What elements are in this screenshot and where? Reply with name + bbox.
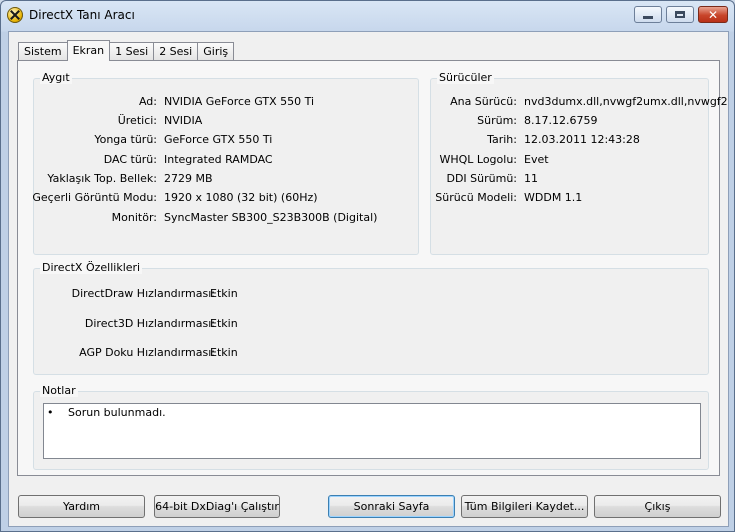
directx-features-title: DirectX Özellikleri	[40, 261, 143, 274]
window-title: DirectX Tanı Aracı	[29, 8, 135, 22]
main-driver-label: Ana Sürücü:	[450, 95, 517, 108]
total-memory-label: Yaklaşık Top. Bellek:	[47, 172, 157, 185]
client-area: Sistem Ekran 1 Sesi 2 Sesi Giriş Aygıt A…	[8, 31, 729, 527]
tab-ekran[interactable]: Ekran	[66, 40, 111, 61]
manufacturer-value: NVIDIA	[164, 114, 203, 127]
next-page-button[interactable]: Sonraki Sayfa	[328, 495, 455, 518]
run-64bit-dxdiag-button[interactable]: 64-bit DxDiag'ı Çalıştır	[154, 495, 280, 518]
tab-giris[interactable]: Giriş	[197, 42, 235, 60]
monitor-value: SyncMaster SB300_S23B300B (Digital)	[164, 211, 378, 224]
driver-model-label: Sürücü Modeli:	[435, 191, 517, 204]
tab-sistem[interactable]: Sistem	[18, 42, 68, 60]
driver-version-value: 8.17.12.6759	[524, 114, 598, 127]
minimize-button[interactable]	[634, 6, 662, 23]
exit-button[interactable]: Çıkış	[594, 495, 721, 518]
monitor-label: Monitör:	[111, 211, 157, 224]
device-group: Aygıt Ad: NVIDIA GeForce GTX 550 Ti Üret…	[32, 71, 419, 255]
note-item: Sorun bulunmadı.	[68, 406, 166, 419]
main-driver-value: nvd3dumx.dll,nvwgf2umx.dll,nvwgf2	[524, 95, 728, 108]
notes-textbox[interactable]: • Sorun bulunmadı.	[43, 403, 701, 459]
direct3d-acceleration-label: Direct3D Hızlandırması:	[84, 317, 215, 330]
ddi-version-value: 11	[524, 172, 538, 185]
dxdiag-window: DirectX Tanı Aracı ✕ Sistem Ekran 1 Sesi…	[0, 0, 735, 532]
dac-type-label: DAC türü:	[103, 153, 157, 166]
tab-1-sesi[interactable]: 1 Sesi	[109, 42, 155, 60]
driver-model-value: WDDM 1.1	[524, 191, 583, 204]
ddi-version-label: DDI Sürümü:	[446, 172, 517, 185]
manufacturer-label: Üretici:	[117, 114, 157, 127]
notes-group: Notlar • Sorun bulunmadı.	[33, 384, 709, 470]
note-bullet: •	[47, 406, 54, 419]
display-mode-value: 1920 x 1080 (32 bit) (60Hz)	[164, 191, 318, 204]
notes-group-title: Notlar	[40, 384, 78, 397]
minimize-icon	[643, 16, 653, 19]
device-name-label: Ad:	[138, 95, 157, 108]
agp-texture-acceleration-label: AGP Doku Hızlandırması:	[79, 346, 215, 359]
ekran-tab-panel: Aygıt Ad: NVIDIA GeForce GTX 550 Ti Üret…	[17, 60, 728, 476]
save-all-info-button[interactable]: Tüm Bilgileri Kaydet...	[461, 495, 588, 518]
title-bar[interactable]: DirectX Tanı Aracı ✕	[1, 1, 734, 31]
display-mode-label: Geçerli Görüntü Modu:	[32, 191, 157, 204]
agp-texture-acceleration-value: Etkin	[210, 346, 238, 359]
driver-date-label: Tarih:	[487, 133, 517, 146]
maximize-button[interactable]	[666, 6, 694, 23]
total-memory-value: 2729 MB	[164, 172, 213, 185]
device-group-title: Aygıt	[40, 71, 72, 84]
drivers-group: Sürücüler Ana Sürücü: nvd3dumx.dll,nvwgf…	[430, 71, 728, 255]
whql-label: WHQL Logolu:	[439, 153, 517, 166]
directdraw-acceleration-value: Etkin	[210, 287, 238, 300]
help-button[interactable]: Yardım	[18, 495, 145, 518]
chip-type-value: GeForce GTX 550 Ti	[164, 133, 273, 146]
whql-value: Evet	[524, 153, 549, 166]
maximize-icon	[675, 11, 685, 18]
tab-strip: Sistem Ekran 1 Sesi 2 Sesi Giriş	[18, 40, 235, 61]
drivers-group-title: Sürücüler	[437, 71, 494, 84]
dac-type-value: Integrated RAMDAC	[164, 153, 273, 166]
tab-2-sesi[interactable]: 2 Sesi	[153, 42, 199, 60]
directx-features-group: DirectX Özellikleri DirectDraw Hızlandır…	[33, 261, 709, 375]
directdraw-acceleration-label: DirectDraw Hızlandırması:	[71, 287, 215, 300]
driver-date-value: 12.03.2011 12:43:28	[524, 133, 640, 146]
device-name-value: NVIDIA GeForce GTX 550 Ti	[164, 95, 315, 108]
close-button[interactable]: ✕	[698, 6, 728, 23]
close-icon: ✕	[707, 7, 719, 22]
driver-version-label: Sürüm:	[477, 114, 517, 127]
chip-type-label: Yonga türü:	[94, 133, 157, 146]
directx-app-icon	[7, 7, 23, 23]
direct3d-acceleration-value: Etkin	[210, 317, 238, 330]
